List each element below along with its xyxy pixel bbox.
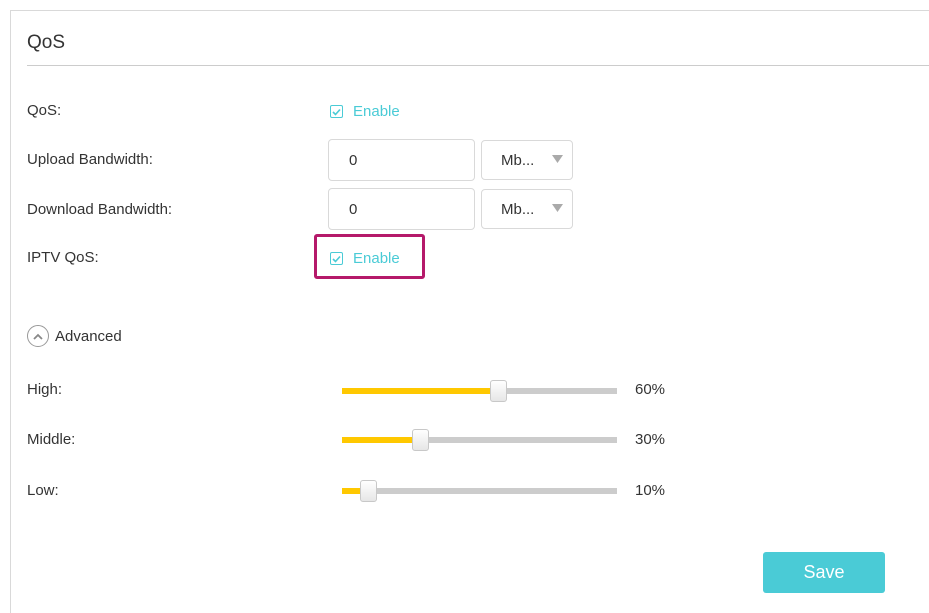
slider-handle[interactable] xyxy=(490,380,507,402)
download-unit-value: Mb... xyxy=(501,200,535,218)
upload-unit-value: Mb... xyxy=(501,151,535,169)
upload-bandwidth-label: Upload Bandwidth: xyxy=(27,151,153,168)
chevron-up-circle-icon xyxy=(27,325,49,347)
iptv-enable-checkbox[interactable] xyxy=(330,252,343,265)
qos-label: QoS: xyxy=(27,102,62,119)
slider-track xyxy=(342,488,617,494)
checkmark-icon xyxy=(332,108,341,116)
slider-handle[interactable] xyxy=(360,480,377,502)
dropdown-caret-icon xyxy=(552,155,563,163)
checkmark-icon xyxy=(332,255,341,263)
qos-enable-label: Enable xyxy=(353,103,400,120)
qos-panel xyxy=(10,10,929,613)
save-button[interactable]: Save xyxy=(763,552,885,593)
upload-bandwidth-input[interactable] xyxy=(328,139,475,181)
qos-enable-option[interactable]: Enable xyxy=(330,103,400,120)
section-title: QoS xyxy=(27,32,66,53)
low-priority-slider[interactable] xyxy=(342,480,617,502)
middle-priority-percent: 30% xyxy=(635,431,666,448)
dropdown-caret-icon xyxy=(552,204,563,212)
iptv-enable-label: Enable xyxy=(353,250,400,267)
high-priority-percent: 60% xyxy=(635,381,666,398)
upload-unit-select[interactable]: Mb... xyxy=(481,140,573,180)
middle-priority-slider[interactable] xyxy=(342,429,617,451)
title-divider xyxy=(27,65,929,66)
high-priority-label: High: xyxy=(27,381,63,398)
download-unit-select[interactable]: Mb... xyxy=(481,189,573,229)
download-bandwidth-input[interactable] xyxy=(328,188,475,230)
slider-fill xyxy=(342,437,420,443)
low-priority-percent: 10% xyxy=(635,482,666,499)
high-priority-slider[interactable] xyxy=(342,380,617,402)
qos-enable-checkbox[interactable] xyxy=(330,105,343,118)
iptv-enable-option[interactable]: Enable xyxy=(330,250,400,267)
advanced-toggle[interactable]: Advanced xyxy=(27,325,122,347)
low-priority-label: Low: xyxy=(27,482,59,499)
slider-handle[interactable] xyxy=(412,429,429,451)
middle-priority-label: Middle: xyxy=(27,431,76,448)
download-bandwidth-label: Download Bandwidth: xyxy=(27,201,173,218)
advanced-label: Advanced xyxy=(55,327,122,345)
slider-fill xyxy=(342,388,498,394)
iptv-qos-label: IPTV QoS: xyxy=(27,249,99,266)
